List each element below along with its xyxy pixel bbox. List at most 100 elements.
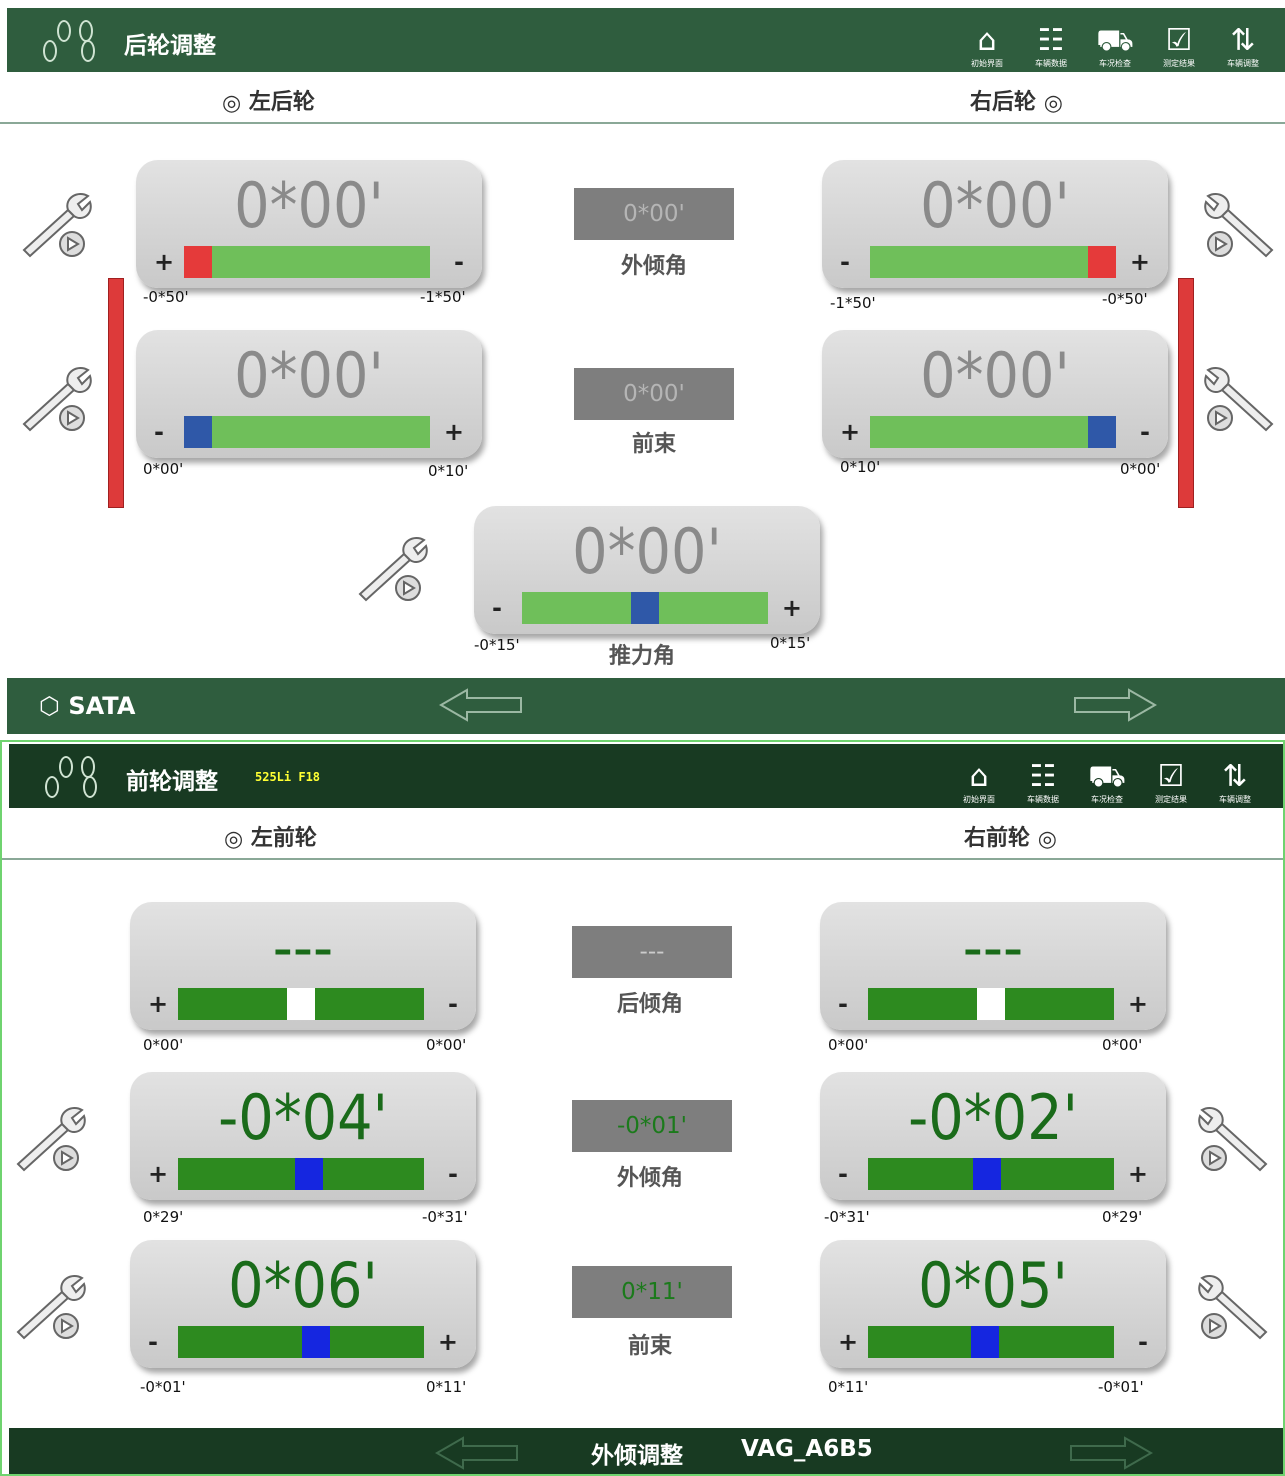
- wrench-play-icon[interactable]: [1200, 188, 1280, 268]
- camber-diff-value: 0*00': [574, 188, 734, 240]
- status-bar-right: [1178, 278, 1194, 508]
- toe-diff-value: 0*00': [574, 368, 734, 420]
- nav-vehicle-check-button[interactable]: ⛟ 车况检查: [1077, 750, 1137, 806]
- nav-label: 车况检查: [1091, 795, 1123, 804]
- nav-label: 车况检查: [1099, 59, 1131, 68]
- range-min: -0*31': [824, 1208, 870, 1226]
- range-min: -1*50': [830, 294, 876, 312]
- right-wheel-label: 右前轮: [964, 826, 1031, 851]
- range-min: 0*10': [840, 458, 881, 476]
- range-min: 0*29': [143, 1208, 184, 1226]
- sign-right: -: [1140, 418, 1150, 446]
- arrow-right-icon[interactable]: [1073, 688, 1157, 722]
- nav-label: 车辆调整: [1227, 59, 1259, 68]
- thrust-angle-gauge: 0*00' - +: [474, 506, 820, 634]
- logo-icon: ⬡: [39, 692, 60, 720]
- gauge-value: -0*04': [218, 1081, 388, 1154]
- sign-left: +: [154, 248, 175, 276]
- sign-left: -: [492, 594, 502, 622]
- home-icon: ⌂: [977, 23, 997, 58]
- gauge-marker: [302, 1326, 330, 1358]
- nav-label: 测定结果: [1155, 795, 1187, 804]
- measure-result-icon: ☑: [1157, 759, 1185, 794]
- status-bar-left: [108, 278, 124, 508]
- range-max: 0*15': [770, 634, 811, 652]
- gauge-bar: [868, 1158, 1114, 1190]
- wrench-play-icon[interactable]: [16, 188, 96, 268]
- vehicle-data-icon: ☷: [1037, 23, 1065, 58]
- nav-vehicle-adjust-button[interactable]: ⇅ 车辆调整: [1213, 14, 1273, 70]
- gauge-marker: [287, 988, 315, 1020]
- right-rear-camber-gauge: 0*00' - +: [822, 160, 1168, 288]
- range-min: 0*00': [828, 1036, 869, 1054]
- gauge-bar: [178, 1326, 424, 1358]
- sign-left: -: [838, 1160, 848, 1188]
- tire-icon: ◎: [1043, 90, 1063, 116]
- range-min: -0*15': [474, 636, 520, 654]
- gauge-value: 0*00': [234, 169, 384, 242]
- title-bar: 前轮调整 525Li F18 ⌂ 初始界面 ☷ 车辆数据 ⛟ 车况检查 ☑ 测定结果 ⇅…: [9, 744, 1283, 808]
- home-icon: ⌂: [969, 759, 989, 794]
- rear-wheel-panel: 后轮调整 ⌂ 初始界面 ☷ 车辆数据 ⛟ 车况检查 ☑ 测定结果 ⇅ 车辆调整 ◎ 左后轮…: [0, 0, 1285, 740]
- sign-right: +: [781, 594, 802, 622]
- nav-label: 测定结果: [1163, 59, 1195, 68]
- wrench-play-icon[interactable]: [10, 1102, 90, 1182]
- arrow-left-icon[interactable]: [439, 688, 523, 722]
- sign-right: +: [1129, 248, 1150, 276]
- nav-measure-result-button[interactable]: ☑ 测定结果: [1141, 750, 1201, 806]
- range-min: 0*11': [828, 1378, 869, 1396]
- wrench-play-icon[interactable]: [16, 362, 96, 442]
- gauge-value: 0*00': [920, 169, 1070, 242]
- arrow-right-icon[interactable]: [1069, 1436, 1153, 1470]
- wrench-play-icon[interactable]: [1200, 362, 1280, 442]
- gauge-bar: [184, 246, 430, 278]
- right-front-toe-gauge: 0*05' + -: [820, 1240, 1166, 1368]
- gauge-marker: [184, 246, 212, 278]
- nav-vehicle-data-button[interactable]: ☷ 车辆数据: [1021, 14, 1081, 70]
- nav-vehicle-check-button[interactable]: ⛟ 车况检查: [1085, 14, 1145, 70]
- wrench-play-icon[interactable]: [10, 1270, 90, 1350]
- nav-measure-result-button[interactable]: ☑ 测定结果: [1149, 14, 1209, 70]
- sign-right: +: [1127, 1160, 1148, 1188]
- wheel-header: ◎ 左前轮 右前轮 ◎: [2, 808, 1283, 860]
- nav-toolbar: ⌂ 初始界面 ☷ 车辆数据 ⛟ 车况检查 ☑ 测定结果 ⇅ 车辆调整: [949, 750, 1265, 806]
- wrench-play-icon[interactable]: [352, 532, 432, 612]
- vehicle-adjust-icon: ⇅: [1222, 759, 1248, 794]
- left-rear-camber-gauge: 0*00' + -: [136, 160, 482, 288]
- gauge-value: -0*02': [908, 1081, 1078, 1154]
- nav-vehicle-data-button[interactable]: ☷ 车辆数据: [1013, 750, 1073, 806]
- sign-left: -: [148, 1328, 158, 1356]
- range-max: -0*01': [1098, 1378, 1144, 1396]
- right-front-camber-gauge: -0*02' - +: [820, 1072, 1166, 1200]
- sign-right: -: [454, 248, 464, 276]
- left-wheel-header: ◎ 左后轮: [222, 84, 315, 116]
- camber-diff-value: -0*01': [572, 1100, 732, 1152]
- nav-vehicle-adjust-button[interactable]: ⇅ 车辆调整: [1205, 750, 1265, 806]
- wrench-play-icon[interactable]: [1194, 1270, 1274, 1350]
- sign-left: +: [148, 1160, 169, 1188]
- gauge-marker: [973, 1158, 1001, 1190]
- wheel-header: ◎ 左后轮 右后轮 ◎: [0, 72, 1285, 124]
- nav-toolbar: ⌂ 初始界面 ☷ 车辆数据 ⛟ 车况检查 ☑ 测定结果 ⇅ 车辆调整: [957, 14, 1273, 70]
- nav-label: 初始界面: [963, 795, 995, 804]
- sign-right: -: [1138, 1328, 1148, 1356]
- gauge-marker: [631, 592, 659, 624]
- sata-logo: ⬡ SATA: [39, 692, 135, 720]
- arrow-left-icon[interactable]: [435, 1436, 519, 1470]
- right-wheel-header: 右后轮 ◎: [970, 84, 1063, 116]
- nav-home-button[interactable]: ⌂ 初始界面: [949, 750, 1009, 806]
- toe-label: 前束: [631, 432, 676, 457]
- sign-left: -: [840, 248, 850, 276]
- sign-left: +: [148, 990, 169, 1018]
- gauge-marker: [971, 1326, 999, 1358]
- nav-label: 初始界面: [971, 59, 1003, 68]
- range-max: 0*00': [1120, 460, 1161, 478]
- nav-home-button[interactable]: ⌂ 初始界面: [957, 14, 1017, 70]
- range-max: 0*11': [426, 1378, 467, 1396]
- gauge-value: ---: [272, 911, 334, 984]
- wrench-play-icon[interactable]: [1194, 1102, 1274, 1182]
- toe-label: 前束: [627, 1334, 672, 1359]
- left-front-toe-gauge: 0*06' - +: [130, 1240, 476, 1368]
- tire-icon: ◎: [224, 826, 244, 852]
- tires-icon: [37, 18, 107, 66]
